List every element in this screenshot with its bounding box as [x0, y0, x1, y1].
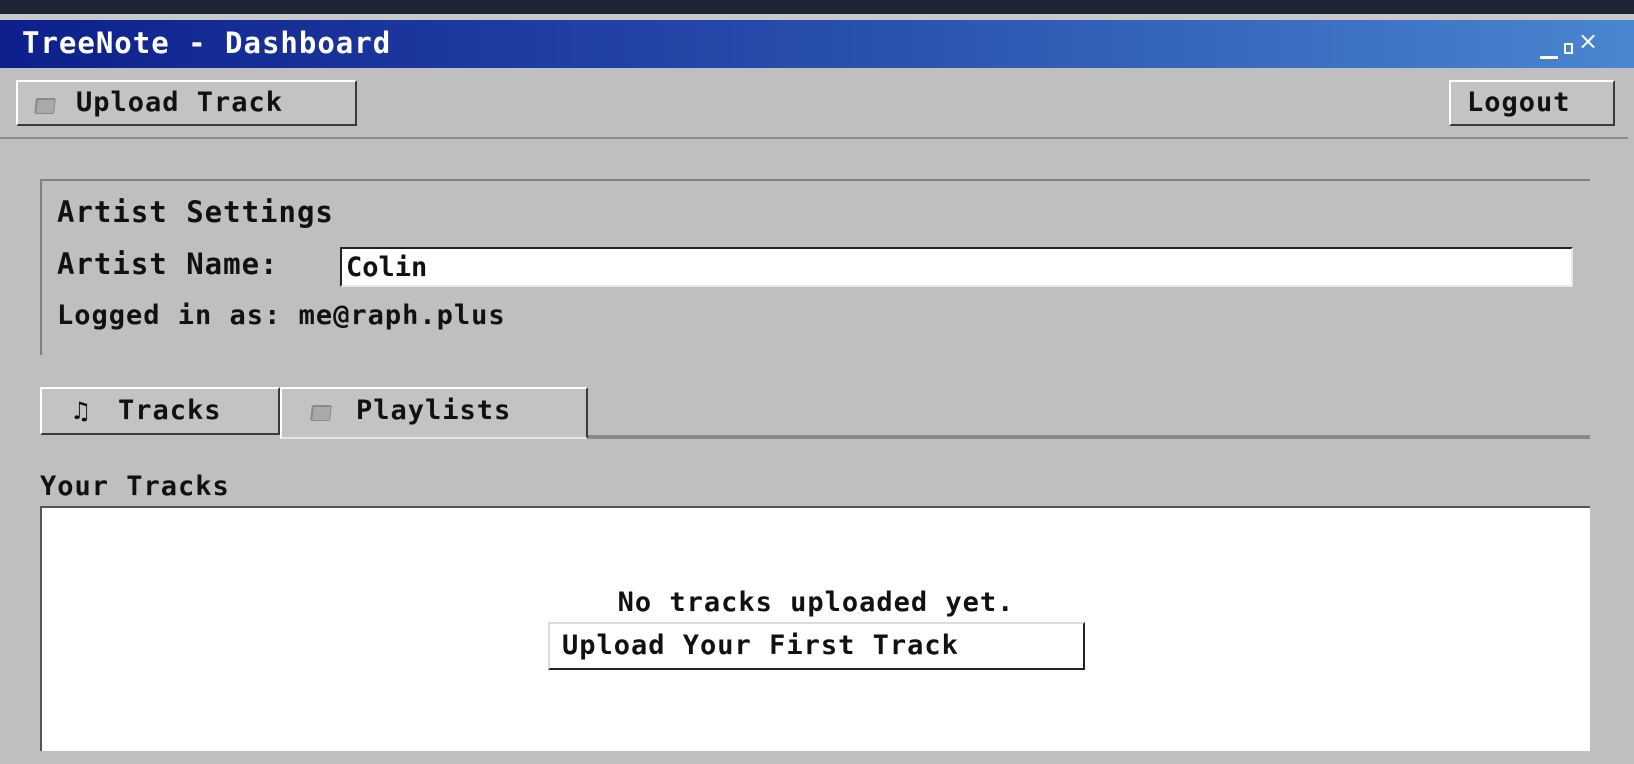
artist-name-input[interactable] — [340, 247, 1573, 287]
window-controls: × — [1540, 28, 1614, 62]
tab-playlists-label: Playlists — [356, 395, 512, 426]
music-note-icon: ♫ — [70, 397, 92, 425]
empty-tracks-message: No tracks uploaded yet. — [617, 587, 1015, 618]
screen-top-strip — [0, 0, 1634, 14]
minimize-icon[interactable] — [1540, 56, 1558, 59]
upload-track-button[interactable]: Upload Track — [16, 80, 357, 126]
logged-in-text: Logged in as: me@raph.plus — [57, 300, 506, 331]
tab-tracks-label: Tracks — [118, 395, 222, 426]
tab-playlists[interactable]: Playlists — [280, 387, 588, 439]
tab-tracks[interactable]: ♫ Tracks — [40, 387, 280, 435]
folder-icon — [310, 403, 332, 421]
artist-name-label: Artist Name: — [57, 247, 279, 281]
window-title: TreeNote - Dashboard — [22, 26, 392, 60]
your-tracks-label: Your Tracks — [40, 471, 230, 502]
upload-first-track-button[interactable]: Upload Your First Track — [548, 622, 1085, 670]
artist-settings-group: Artist Settings Artist Name: Logged in a… — [40, 179, 1590, 355]
upload-first-track-label: Upload Your First Track — [562, 630, 959, 661]
tab-bar: ♫ Tracks Playlists — [40, 387, 1590, 439]
upload-track-label: Upload Track — [76, 87, 284, 118]
maximize-icon[interactable] — [1564, 43, 1573, 54]
close-icon[interactable]: × — [1578, 28, 1602, 54]
logout-button[interactable]: Logout — [1449, 80, 1615, 126]
folder-icon — [34, 96, 56, 114]
logout-label: Logout — [1467, 87, 1571, 118]
tab-underline — [588, 435, 1590, 439]
artist-settings-heading: Artist Settings — [57, 195, 334, 229]
tracks-panel: No tracks uploaded yet. Upload Your Firs… — [40, 506, 1590, 751]
toolbar-divider — [0, 137, 1628, 139]
window-titlebar[interactable]: TreeNote - Dashboard × — [0, 20, 1634, 68]
